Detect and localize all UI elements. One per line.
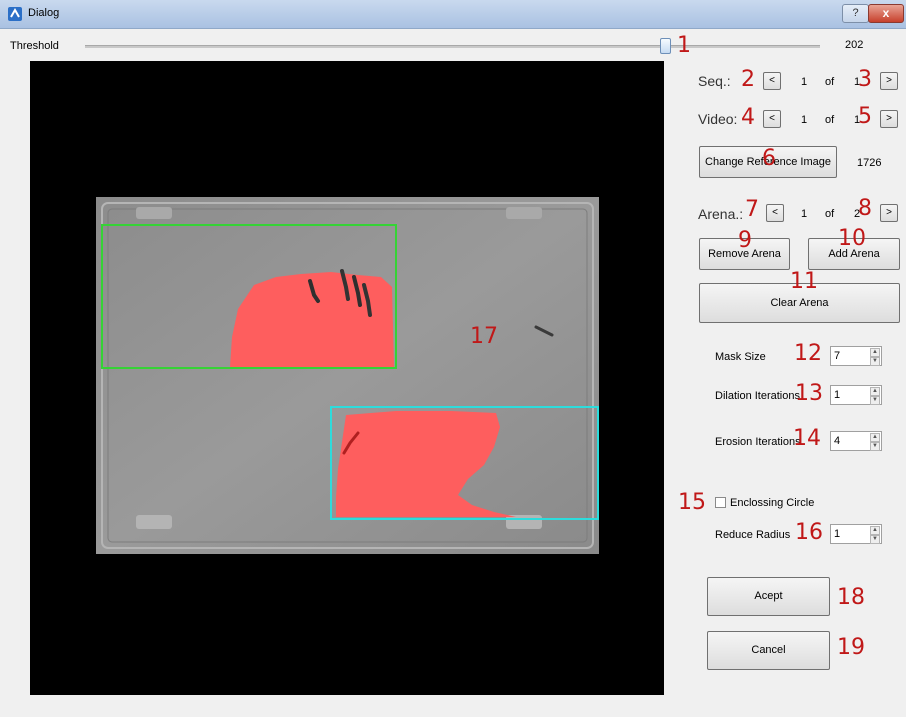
spin-down-icon[interactable]: ▼ [870, 535, 880, 544]
video-prev-button[interactable]: < [763, 110, 781, 128]
annotation-13: 13 [795, 381, 823, 406]
mask-size-label: Mask Size [715, 351, 766, 363]
dilation-spinbox[interactable]: 1 ▲ ▼ [830, 385, 882, 405]
annotation-12: 12 [794, 341, 822, 366]
arena-label: Arena.: [698, 206, 744, 222]
spin-down-icon[interactable]: ▼ [870, 396, 880, 405]
annotation-18: 18 [837, 585, 865, 610]
reduce-radius-label: Reduce Radius [715, 529, 791, 541]
arena-of: of [825, 208, 835, 220]
annotation-1: 1 [677, 33, 691, 58]
erosion-value: 4 [834, 435, 841, 447]
erosion-spinbox[interactable]: 4 ▲ ▼ [830, 431, 882, 451]
threshold-slider-handle[interactable] [660, 38, 672, 54]
seq-label: Seq.: [698, 73, 731, 89]
threshold-label: Threshold [10, 40, 59, 52]
spin-down-icon[interactable]: ▼ [870, 357, 880, 366]
annotation-5: 5 [858, 104, 872, 129]
reference-frame-count: 1726 [857, 157, 882, 169]
dilation-label: Dilation Iterations [715, 390, 800, 402]
title-bar: Dialog ? x [0, 0, 906, 29]
spin-up-icon[interactable]: ▲ [870, 348, 880, 357]
reduce-radius-spinbox[interactable]: 1 ▲ ▼ [830, 524, 882, 544]
video-current: 1 [801, 114, 808, 126]
seq-next-button[interactable]: > [880, 72, 898, 90]
arena-prev-button[interactable]: < [766, 204, 784, 222]
annotation-8: 8 [858, 196, 872, 221]
annotation-16: 16 [795, 520, 823, 545]
seq-prev-button[interactable]: < [763, 72, 781, 90]
seq-current: 1 [801, 76, 808, 88]
annotation-14: 14 [793, 426, 821, 451]
arena-image[interactable] [96, 197, 599, 554]
annotation-17: 17 [470, 324, 498, 349]
spin-up-icon[interactable]: ▲ [870, 433, 880, 442]
seq-of: of [825, 76, 835, 88]
reduce-radius-value: 1 [834, 528, 841, 540]
annotation-6: 6 [762, 146, 776, 171]
enclosing-circle-checkbox[interactable] [715, 497, 726, 508]
spin-down-icon[interactable]: ▼ [870, 442, 880, 451]
annotation-4: 4 [741, 105, 755, 130]
threshold-slider-track[interactable] [85, 45, 820, 48]
erosion-label: Erosion Iterations [715, 436, 801, 448]
close-button[interactable]: x [868, 4, 904, 23]
annotation-3: 3 [858, 67, 872, 92]
video-next-button[interactable]: > [880, 110, 898, 128]
annotation-19: 19 [837, 635, 865, 660]
video-of: of [825, 114, 835, 126]
mask-size-value: 7 [834, 350, 841, 362]
help-button[interactable]: ? [842, 4, 869, 23]
dilation-value: 1 [834, 389, 841, 401]
annotation-10: 10 [838, 226, 866, 251]
threshold-value: 202 [845, 39, 864, 51]
spin-up-icon[interactable]: ▲ [870, 387, 880, 396]
cancel-button[interactable]: Cancel [707, 631, 830, 670]
arena-current: 1 [801, 208, 808, 220]
annotation-7: 7 [745, 197, 759, 222]
annotation-9: 9 [738, 228, 752, 253]
accept-button[interactable]: Acept [707, 577, 830, 616]
annotation-15: 15 [678, 490, 706, 515]
video-label: Video: [698, 111, 738, 127]
annotation-2: 2 [741, 67, 755, 92]
arena-next-button[interactable]: > [880, 204, 898, 222]
mask-size-spinbox[interactable]: 7 ▲ ▼ [830, 346, 882, 366]
spin-up-icon[interactable]: ▲ [870, 526, 880, 535]
enclosing-circle-label: Enclossing Circle [730, 497, 815, 509]
window-title: Dialog [28, 7, 60, 19]
annotation-11: 11 [790, 269, 818, 294]
app-icon [8, 7, 22, 21]
